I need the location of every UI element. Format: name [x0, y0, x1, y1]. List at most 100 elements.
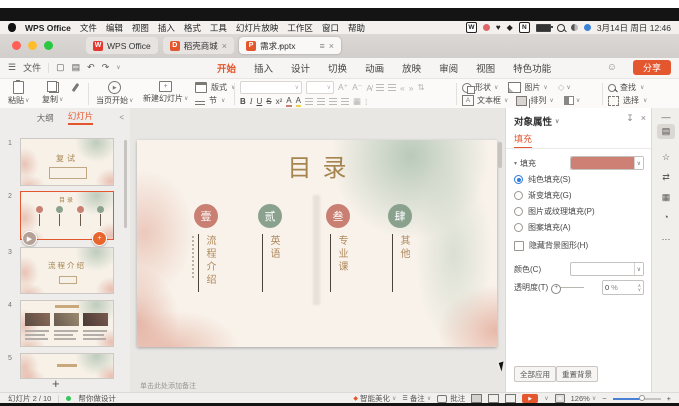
- radio-solid-fill[interactable]: [514, 175, 523, 184]
- reading-view-icon[interactable]: [505, 394, 516, 403]
- highlight-color-button[interactable]: A: [296, 96, 301, 107]
- tab-animation[interactable]: 动画: [356, 58, 393, 78]
- toc-item-3[interactable]: 叁 专业课: [318, 140, 358, 300]
- zoom-out-button[interactable]: −: [602, 394, 606, 403]
- tab-list-chevron[interactable]: ∨: [278, 43, 283, 51]
- share-button[interactable]: 分享: [633, 60, 671, 75]
- radio-picture-fill[interactable]: [514, 207, 523, 216]
- increase-indent-icon[interactable]: »: [409, 83, 414, 93]
- play-slide-button[interactable]: ▶: [22, 231, 37, 246]
- search-icon[interactable]: [557, 24, 565, 32]
- toc-item-4[interactable]: 肆 其他: [380, 140, 420, 300]
- new-slide-button[interactable]: + 新建幻灯片∨: [143, 81, 188, 104]
- option-pattern-fill[interactable]: 图案填充(A): [514, 222, 644, 233]
- slide-thumbnail-1[interactable]: 复试: [20, 138, 114, 186]
- zoom-in-button[interactable]: +: [667, 394, 671, 403]
- decrease-font-icon[interactable]: A⁻: [352, 82, 362, 93]
- app-status-icon[interactable]: [483, 24, 490, 31]
- paste-button[interactable]: 粘贴∨: [8, 81, 29, 106]
- zoom-slider[interactable]: [613, 398, 661, 400]
- clear-format-icon[interactable]: A̸: [366, 83, 372, 93]
- tab-docer-store[interactable]: D 稻壳商城 ×: [163, 37, 234, 54]
- thumbnail-scrollbar[interactable]: [124, 140, 127, 228]
- increase-font-icon[interactable]: A⁺: [338, 82, 348, 93]
- close-panel-icon[interactable]: ×: [641, 113, 646, 124]
- effects-icon[interactable]: ☆: [662, 152, 670, 163]
- menu-item-slideshow[interactable]: 幻灯片放映: [236, 22, 279, 34]
- color-dropdown-chevron[interactable]: ∨: [634, 263, 643, 275]
- tab-review[interactable]: 审阅: [430, 58, 467, 78]
- control-center-icon[interactable]: [571, 24, 578, 31]
- option-solid-fill[interactable]: 纯色填充(S): [514, 174, 644, 185]
- menu-item-edit[interactable]: 编辑: [106, 22, 123, 34]
- text-direction-icon[interactable]: ⁞: [365, 97, 367, 107]
- sparkle-status-icon[interactable]: ◆: [507, 23, 513, 32]
- tab-transitions[interactable]: 切换: [319, 58, 356, 78]
- minimize-window-button[interactable]: [28, 41, 37, 50]
- menubar-clock[interactable]: 3月14日 周日 12:46: [597, 22, 671, 34]
- arrange-button[interactable]: 排列∨: [516, 95, 553, 106]
- copy-button[interactable]: 复制∨: [42, 81, 63, 105]
- tab-home[interactable]: 开始: [208, 58, 245, 78]
- close-document-tab-icon[interactable]: ×: [329, 41, 334, 51]
- select-button[interactable]: 选择∨: [608, 95, 647, 106]
- tab-slideshow[interactable]: 放映: [393, 58, 430, 78]
- collapse-panel-icon[interactable]: <: [119, 113, 124, 122]
- properties-title-chevron[interactable]: ∨: [555, 118, 559, 125]
- close-window-button[interactable]: [12, 41, 21, 50]
- redo-icon[interactable]: ↷: [102, 62, 110, 73]
- add-slide-overlay-button[interactable]: +: [92, 231, 107, 246]
- color-dropdown[interactable]: ∨: [570, 262, 644, 276]
- checkbox-hide-background[interactable]: [514, 241, 524, 251]
- spin-down-icon[interactable]: ∨: [638, 288, 641, 292]
- undo-icon[interactable]: ↶: [87, 62, 95, 73]
- menu-item-help[interactable]: 帮助: [348, 22, 365, 34]
- heart-icon[interactable]: ♥: [496, 23, 501, 32]
- slide-thumbnail-5[interactable]: [20, 353, 114, 379]
- option-gradient-fill[interactable]: 渐变填充(G): [514, 190, 644, 201]
- toc-item-2[interactable]: 贰 英语: [250, 140, 290, 300]
- radio-pattern-fill[interactable]: [514, 223, 523, 232]
- find-button[interactable]: 查找∨: [608, 82, 647, 93]
- wps-status-icon[interactable]: W: [466, 22, 477, 33]
- play-options-chevron[interactable]: ∨: [544, 395, 548, 402]
- design-pane-icon[interactable]: ▦: [662, 192, 671, 203]
- slideshow-play-button[interactable]: ▶: [522, 394, 538, 403]
- fill-swatch-chevron[interactable]: ∨: [634, 157, 643, 169]
- tab-special-features[interactable]: 特色功能: [504, 58, 560, 78]
- bold-button[interactable]: B: [240, 97, 246, 106]
- menu-item-insert[interactable]: 插入: [158, 22, 175, 34]
- align-justify-icon[interactable]: [341, 98, 349, 105]
- numbering-icon[interactable]: [388, 84, 396, 91]
- tab-design[interactable]: 设计: [282, 58, 319, 78]
- strikethrough-button[interactable]: S: [266, 97, 271, 106]
- transparency-slider[interactable]: +: [554, 287, 584, 288]
- object-properties-icon[interactable]: ▤: [657, 124, 675, 139]
- collapse-rail-icon[interactable]: —: [662, 112, 671, 122]
- option-hide-background[interactable]: 隐藏背景图形(H): [514, 240, 644, 251]
- play-from-current-button[interactable]: ▶ 当页开始∨: [96, 81, 133, 106]
- format-painter-button[interactable]: [74, 81, 77, 92]
- layout-button[interactable]: 版式∨: [195, 82, 235, 93]
- pin-panel-icon[interactable]: ↧: [626, 113, 634, 124]
- radio-gradient-fill[interactable]: [514, 191, 523, 200]
- tab-menu-icon[interactable]: ≡: [320, 41, 325, 51]
- align-left-icon[interactable]: [305, 98, 313, 105]
- font-family-select[interactable]: ∨: [240, 81, 302, 94]
- close-tab-icon[interactable]: ×: [222, 41, 227, 51]
- add-slide-button[interactable]: +: [52, 376, 60, 391]
- section-button[interactable]: 节∨: [195, 95, 235, 106]
- transparency-input[interactable]: 0 % ∧∨: [602, 280, 644, 295]
- main-menu-icon[interactable]: ☰: [8, 62, 16, 73]
- underline-button[interactable]: U: [256, 97, 262, 106]
- zoom-window-button[interactable]: [44, 41, 53, 50]
- tab-document[interactable]: P 需求.pptx ≡ ×: [239, 37, 341, 54]
- menu-item-workspace[interactable]: 工作区: [287, 22, 313, 34]
- toc-item-1[interactable]: 壹 流程介绍: [186, 140, 226, 300]
- fill-color-swatch[interactable]: ∨: [570, 156, 644, 170]
- new-tab-button[interactable]: +: [262, 41, 268, 53]
- tab-outline[interactable]: 大纲: [37, 112, 54, 124]
- tab-insert[interactable]: 插入: [245, 58, 282, 78]
- feedback-smiley-icon[interactable]: ☺: [607, 62, 617, 73]
- quickbar-chevron[interactable]: ∨: [116, 64, 120, 71]
